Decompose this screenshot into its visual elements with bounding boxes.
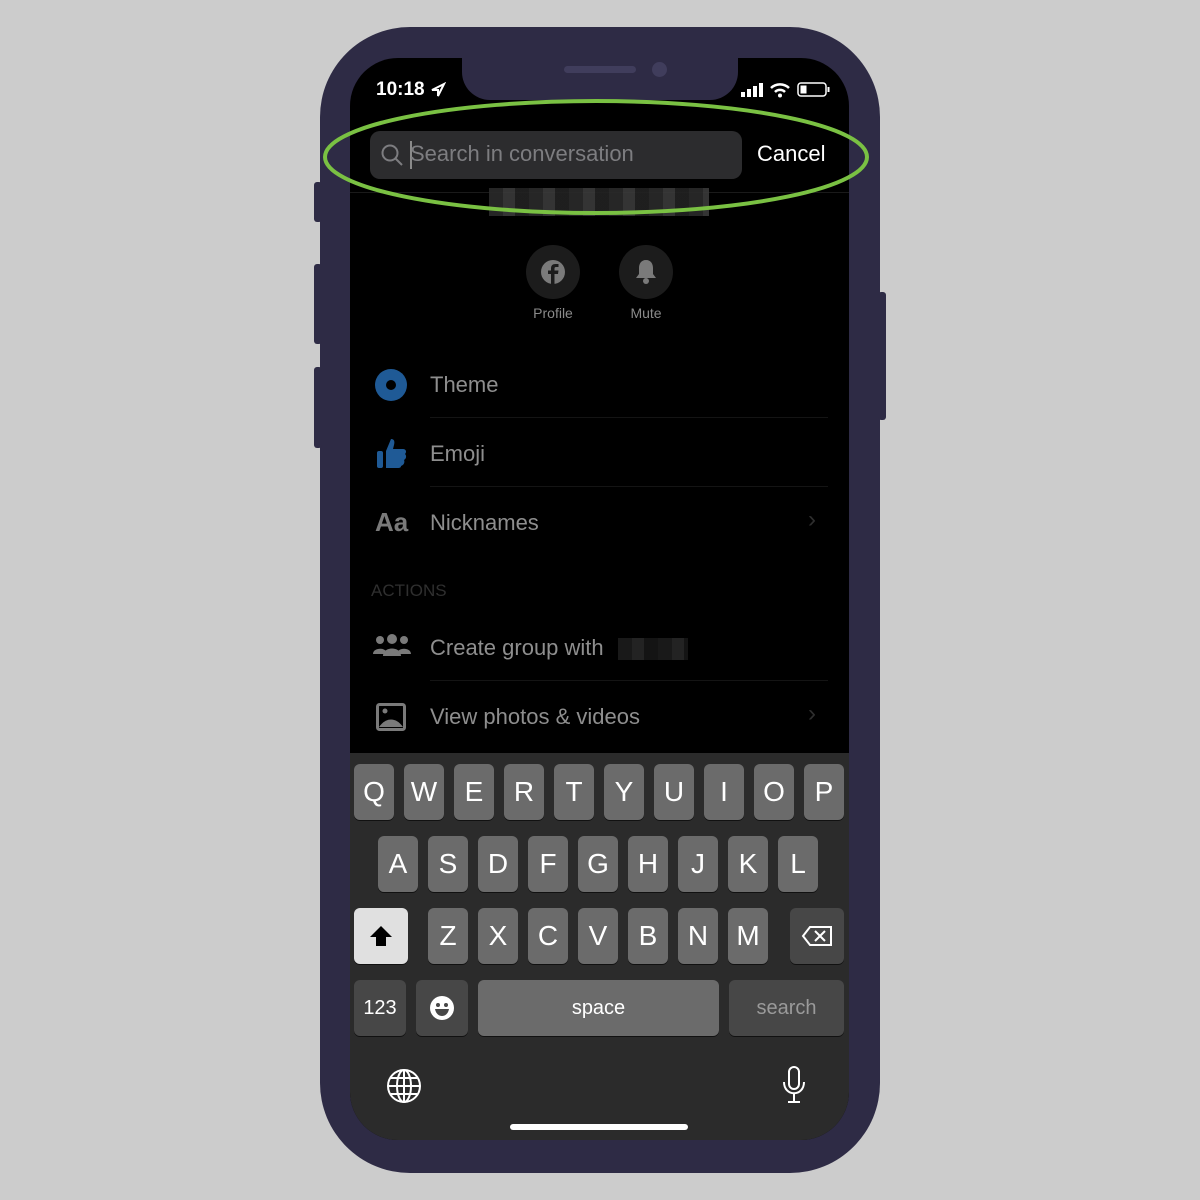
photo-icon: [376, 703, 406, 731]
profile-label: Profile: [533, 305, 573, 321]
key-w[interactable]: W: [404, 764, 444, 820]
backspace-icon: [801, 926, 832, 946]
emoji-label: Emoji: [430, 441, 486, 466]
wifi-icon: [770, 83, 790, 98]
chevron-right-icon: ›: [808, 506, 816, 533]
notch: [462, 58, 738, 100]
group-icon: [373, 634, 411, 656]
status-time: 10:18: [376, 79, 425, 100]
key-q[interactable]: Q: [354, 764, 394, 820]
key-k[interactable]: K: [728, 836, 768, 892]
key-u[interactable]: U: [654, 764, 694, 820]
contact-name-redacted: [489, 188, 709, 216]
keyboard: 123 space search QWERTYUIOP ASDFGHJKL ZXCV…: [350, 753, 849, 1140]
numbers-key[interactable]: 123: [354, 980, 406, 1036]
divider: [430, 680, 828, 681]
text-aa-icon: Aa: [375, 507, 409, 537]
settings-item-theme[interactable]: Theme: [350, 353, 849, 417]
profile-button[interactable]: [526, 245, 580, 299]
key-e[interactable]: E: [454, 764, 494, 820]
settings-item-nicknames[interactable]: Aa Nicknames ›: [350, 491, 849, 555]
divider: [430, 417, 828, 418]
space-key[interactable]: space: [478, 980, 719, 1036]
key-o[interactable]: O: [754, 764, 794, 820]
mute-button[interactable]: [619, 245, 673, 299]
chevron-right-icon: ›: [808, 700, 816, 727]
key-x[interactable]: X: [478, 908, 518, 964]
action-item-create-group[interactable]: Create group with: [350, 616, 849, 680]
key-v[interactable]: V: [578, 908, 618, 964]
key-j[interactable]: J: [678, 836, 718, 892]
theme-circle-icon: [375, 369, 407, 401]
backspace-key[interactable]: [790, 908, 844, 964]
silent-switch: [314, 182, 322, 222]
emoji-face-icon: [430, 996, 454, 1020]
search-placeholder: Search in conversation: [410, 141, 634, 166]
facebook-icon: [541, 260, 565, 284]
cellular-signal-icon: [741, 83, 763, 97]
shift-arrow-icon: [370, 926, 392, 946]
nicknames-label: Nicknames: [430, 510, 539, 535]
key-l[interactable]: L: [778, 836, 818, 892]
key-f[interactable]: F: [528, 836, 568, 892]
create-group-label: Create group with: [430, 635, 604, 660]
key-b[interactable]: B: [628, 908, 668, 964]
bell-icon: [636, 260, 656, 284]
camera: [652, 62, 667, 77]
view-photos-label: View photos & videos: [430, 704, 640, 729]
key-d[interactable]: D: [478, 836, 518, 892]
microphone-icon[interactable]: [780, 1065, 808, 1105]
volume-down-button: [314, 367, 322, 448]
theme-label: Theme: [430, 372, 499, 397]
power-button: [878, 292, 886, 420]
settings-item-emoji[interactable]: Emoji: [350, 422, 849, 486]
location-arrow-icon: [431, 82, 446, 97]
key-s[interactable]: S: [428, 836, 468, 892]
screen: 10:18 Search in conversation Cancel Prof…: [350, 58, 849, 1140]
key-r[interactable]: R: [504, 764, 544, 820]
key-t[interactable]: T: [554, 764, 594, 820]
key-c[interactable]: C: [528, 908, 568, 964]
search-key[interactable]: search: [729, 980, 844, 1036]
key-i[interactable]: I: [704, 764, 744, 820]
key-y[interactable]: Y: [604, 764, 644, 820]
home-indicator[interactable]: [510, 1124, 688, 1130]
battery-icon: [797, 82, 830, 97]
search-icon: [381, 144, 403, 166]
key-g[interactable]: G: [578, 836, 618, 892]
key-n[interactable]: N: [678, 908, 718, 964]
speaker: [564, 66, 636, 73]
action-item-view-photos[interactable]: View photos & videos ›: [350, 685, 849, 749]
key-p[interactable]: P: [804, 764, 844, 820]
actions-section-header: ACTIONS: [371, 581, 447, 600]
key-z[interactable]: Z: [428, 908, 468, 964]
search-input[interactable]: Search in conversation: [370, 131, 742, 179]
key-h[interactable]: H: [628, 836, 668, 892]
divider: [430, 486, 828, 487]
volume-up-button: [314, 264, 322, 344]
contact-name-redacted: [618, 638, 688, 660]
emoji-key[interactable]: [416, 980, 468, 1036]
thumbs-up-icon: [377, 439, 407, 468]
key-m[interactable]: M: [728, 908, 768, 964]
cancel-button[interactable]: Cancel: [757, 141, 825, 167]
shift-key[interactable]: [354, 908, 408, 964]
mute-label: Mute: [630, 305, 662, 321]
key-a[interactable]: A: [378, 836, 418, 892]
globe-icon[interactable]: [386, 1068, 422, 1104]
